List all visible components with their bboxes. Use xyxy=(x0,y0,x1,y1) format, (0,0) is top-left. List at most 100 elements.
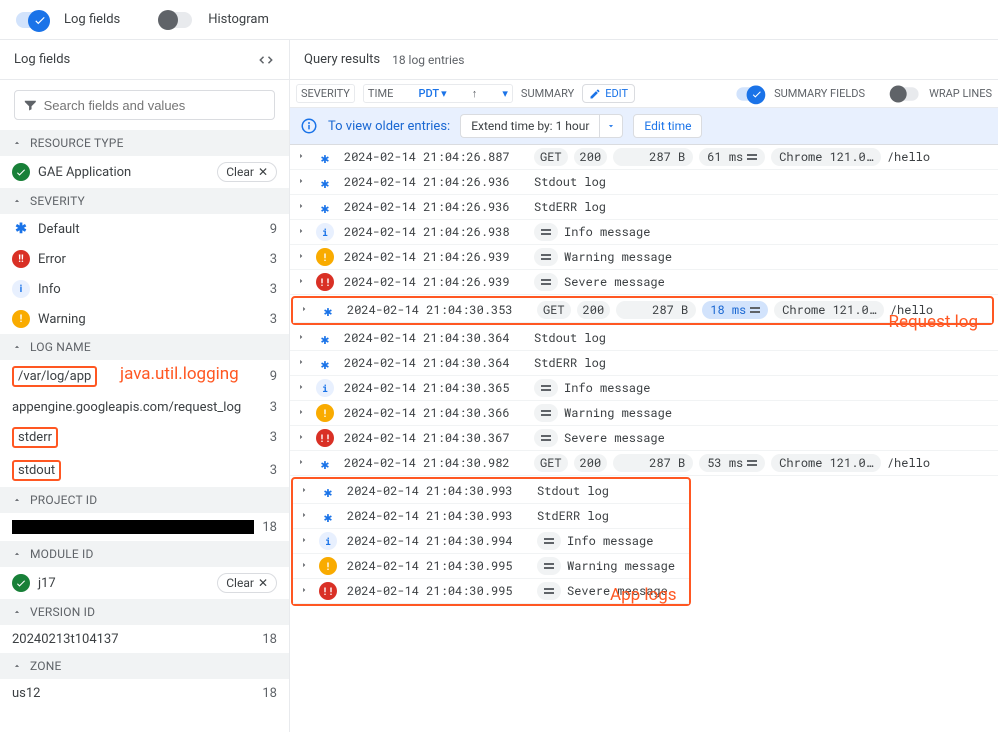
severity-row[interactable]: ! Warning 3 xyxy=(0,304,289,334)
log-message: Info message xyxy=(564,224,650,240)
expand-row-icon[interactable] xyxy=(296,405,306,421)
log-row[interactable]: ✱ 2024-02-14 21:04:30.993 Stdout log xyxy=(293,479,689,504)
logname-count: 3 xyxy=(270,400,277,415)
http-status: 200 xyxy=(574,454,608,472)
logname-row[interactable]: stderr 3 xyxy=(0,421,289,454)
expand-row-icon[interactable] xyxy=(296,174,306,190)
log-lines-icon[interactable] xyxy=(534,273,558,291)
expand-row-icon[interactable] xyxy=(299,533,309,549)
search-input[interactable] xyxy=(44,98,266,113)
log-lines-icon[interactable] xyxy=(534,223,558,241)
log-lines-icon[interactable] xyxy=(534,429,558,447)
extend-time-dropdown[interactable] xyxy=(599,114,623,138)
log-row[interactable]: ✱ 2024-02-14 21:04:26.887 GET 200 287 B … xyxy=(290,145,998,170)
expand-row-icon[interactable] xyxy=(299,558,309,574)
sort-asc-icon[interactable]: ↑ xyxy=(472,87,478,100)
log-row[interactable]: ✱ 2024-02-14 21:04:30.982 GET 200 287 B … xyxy=(290,451,998,476)
section-project-id[interactable]: Project ID xyxy=(0,487,289,513)
expand-row-icon[interactable] xyxy=(299,483,309,499)
expand-row-icon[interactable] xyxy=(299,302,309,318)
log-row[interactable]: ! 2024-02-14 21:04:26.939 Warning messag… xyxy=(290,245,998,270)
edit-time-button[interactable]: Edit time xyxy=(633,114,702,138)
toggle-summary-fields[interactable] xyxy=(736,87,763,101)
section-zone[interactable]: Zone xyxy=(0,653,289,679)
expand-row-icon[interactable] xyxy=(296,149,306,165)
log-lines-icon[interactable] xyxy=(537,532,561,550)
clear-resource-type[interactable]: Clear ✕ xyxy=(217,162,277,182)
dropdown-icon[interactable]: ▾ xyxy=(502,87,508,100)
expand-row-icon[interactable] xyxy=(296,249,306,265)
expand-row-icon[interactable] xyxy=(296,224,306,240)
module-id-row[interactable]: j17 Clear ✕ xyxy=(0,567,289,599)
log-row[interactable]: ✱ 2024-02-14 21:04:26.936 Stdout log xyxy=(290,170,998,195)
section-severity[interactable]: Severity xyxy=(0,188,289,214)
version-id-row[interactable]: 20240213t104137 18 xyxy=(0,625,289,653)
log-lines-icon[interactable] xyxy=(537,582,561,600)
expand-row-icon[interactable] xyxy=(296,274,306,290)
section-version-id[interactable]: Version ID xyxy=(0,599,289,625)
log-lines-icon[interactable] xyxy=(534,248,558,266)
expand-row-icon[interactable] xyxy=(296,355,306,371)
log-row[interactable]: ✱ 2024-02-14 21:04:26.936 StdERR log xyxy=(290,195,998,220)
expand-row-icon[interactable] xyxy=(296,380,306,396)
toggle-histogram[interactable] xyxy=(160,12,192,28)
clear-module-id[interactable]: Clear ✕ xyxy=(217,573,277,593)
timestamp: 2024-02-14 21:04:30.993 xyxy=(347,483,527,499)
col-time[interactable]: Time PDT ▾ ↑ ▾ xyxy=(363,84,513,103)
severity-default-icon: ✱ xyxy=(316,354,334,372)
extend-time-button[interactable]: Extend time by: 1 hour xyxy=(460,114,599,138)
main-area: Query results 18 log entries Severity Ti… xyxy=(290,40,998,732)
zone-row[interactable]: us12 18 xyxy=(0,679,289,707)
http-path: /hello xyxy=(887,149,930,165)
expand-row-icon[interactable] xyxy=(299,508,309,524)
toggle-wrap-lines[interactable] xyxy=(891,87,918,101)
log-lines-icon[interactable] xyxy=(534,404,558,422)
expand-row-icon[interactable] xyxy=(296,430,306,446)
log-lines-icon[interactable] xyxy=(537,557,561,575)
timestamp: 2024-02-14 21:04:26.936 xyxy=(344,174,524,190)
resource-type-row[interactable]: GAE Application Clear ✕ xyxy=(0,156,289,188)
expand-icon[interactable] xyxy=(257,51,275,69)
expand-row-icon[interactable] xyxy=(296,455,306,471)
severity-row[interactable]: !! Error 3 xyxy=(0,244,289,274)
section-log-name[interactable]: Log name xyxy=(0,334,289,360)
severity-warning-icon: ! xyxy=(316,404,334,422)
severity-default-icon: ✱ xyxy=(319,482,337,500)
toggle-log-fields[interactable] xyxy=(16,12,48,28)
log-lines-icon[interactable] xyxy=(534,379,558,397)
annotation-java-logging: java.util.logging xyxy=(120,364,239,384)
log-message: Stdout log xyxy=(537,483,609,499)
project-id-row[interactable]: 18 xyxy=(0,513,289,541)
timestamp: 2024-02-14 21:04:30.366 xyxy=(344,405,524,421)
log-row[interactable]: !! 2024-02-14 21:04:30.367 Severe messag… xyxy=(290,426,998,451)
severity-row[interactable]: i Info 3 xyxy=(0,274,289,304)
log-row[interactable]: ✱ 2024-02-14 21:04:30.353 GET 200 287 B … xyxy=(293,298,992,323)
expand-row-icon[interactable] xyxy=(296,199,306,215)
sidebar: Log fields Resource type GAE Application… xyxy=(0,40,290,732)
summary-edit[interactable]: Edit xyxy=(582,84,635,103)
log-row[interactable]: ! 2024-02-14 21:04:30.366 Warning messag… xyxy=(290,401,998,426)
timezone-dropdown[interactable]: PDT ▾ xyxy=(418,87,446,100)
logname-row[interactable]: stdout 3 xyxy=(0,454,289,487)
section-module-id[interactable]: Module ID xyxy=(0,541,289,567)
log-row[interactable]: ✱ 2024-02-14 21:04:30.993 StdERR log xyxy=(293,504,689,529)
logname-row[interactable]: /var/log/appjava.util.logging 9 xyxy=(0,360,289,393)
older-entries-banner: To view older entries: Extend time by: 1… xyxy=(290,108,998,145)
col-severity[interactable]: Severity xyxy=(296,84,355,103)
close-icon: ✕ xyxy=(258,576,268,590)
section-resource-type[interactable]: Resource type xyxy=(0,130,289,156)
log-row[interactable]: ! 2024-02-14 21:04:30.995 Warning messag… xyxy=(293,554,689,579)
expand-row-icon[interactable] xyxy=(296,330,306,346)
expand-row-icon[interactable] xyxy=(299,583,309,599)
severity-row[interactable]: ✱ Default 9 xyxy=(0,214,289,244)
log-message: Stdout log xyxy=(534,174,606,190)
log-row[interactable]: i 2024-02-14 21:04:30.994 Info message xyxy=(293,529,689,554)
log-row[interactable]: i 2024-02-14 21:04:30.365 Info message xyxy=(290,376,998,401)
log-row[interactable]: ✱ 2024-02-14 21:04:30.364 StdERR log xyxy=(290,351,998,376)
chevron-up-icon xyxy=(12,495,22,505)
http-latency: 53 ms xyxy=(699,454,765,472)
logname-row[interactable]: appengine.googleapis.com/request_log 3 xyxy=(0,393,289,421)
log-row[interactable]: i 2024-02-14 21:04:26.938 Info message xyxy=(290,220,998,245)
log-row[interactable]: !! 2024-02-14 21:04:26.939 Severe messag… xyxy=(290,270,998,295)
search-input-wrap[interactable] xyxy=(14,90,275,120)
